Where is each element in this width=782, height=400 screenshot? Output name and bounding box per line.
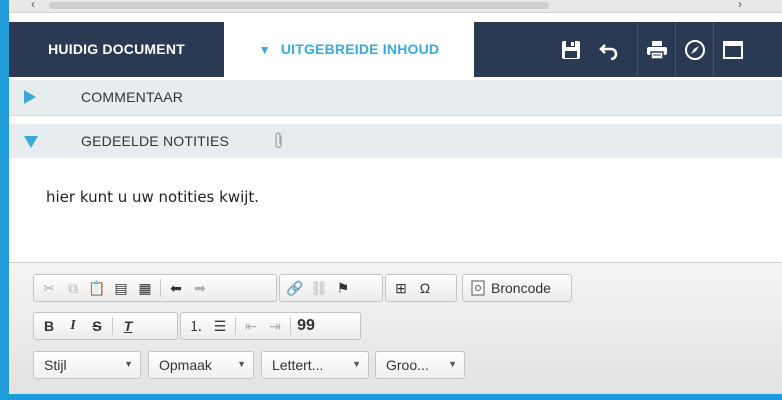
table-icon[interactable]: ⊞ — [390, 277, 412, 299]
window-button[interactable] — [713, 22, 752, 77]
style-select[interactable]: Stijl ▼ — [33, 351, 141, 379]
cut-icon[interactable]: ✂ — [38, 277, 60, 299]
caret-down-icon: ▼ — [352, 359, 361, 369]
separator — [160, 279, 161, 297]
save-button[interactable] — [552, 22, 590, 77]
separator — [235, 317, 236, 335]
undo-button[interactable] — [590, 22, 628, 77]
tab-bar: HUIDIG DOCUMENT ▼ UITGEBREIDE INHOUD — [9, 22, 782, 77]
paste-icon[interactable]: 📋 — [86, 277, 108, 299]
special-char-icon[interactable]: Ω — [414, 277, 436, 299]
tab-current-document[interactable]: HUIDIG DOCUMENT — [9, 22, 224, 77]
triangle-down-icon: ▼ — [258, 43, 271, 57]
bulleted-list-icon[interactable]: ☰ — [209, 315, 231, 337]
style-select-value: Stijl — [44, 357, 67, 373]
strikethrough-icon[interactable]: S — [86, 315, 108, 337]
anchor-flag-icon[interactable]: ⚑ — [332, 277, 354, 299]
editor-toolbar: ✂ ⧉ 📋 ▤ ▦ ⬅ ➡ 🔗 ⛓ ⚑ ⊞ Ω Broncode B I S T… — [9, 263, 782, 394]
link-icon[interactable]: 🔗 — [284, 277, 306, 299]
decrease-indent-icon[interactable]: ⇤ — [240, 315, 262, 337]
tab-extended-content[interactable]: ▼ UITGEBREIDE INHOUD — [224, 22, 474, 77]
save-icon — [562, 40, 580, 59]
font-select-value: Lettert... — [272, 357, 324, 373]
source-icon — [471, 280, 485, 296]
scrollbar-thumb[interactable] — [49, 2, 549, 9]
scroll-left-icon[interactable]: ‹ — [31, 0, 35, 11]
window-frame: ‹ › HUIDIG DOCUMENT ▼ UITGEBREIDE INHOUD — [0, 0, 782, 400]
font-select[interactable]: Lettert... ▼ — [261, 351, 369, 379]
tab-current-document-label: HUIDIG DOCUMENT — [48, 41, 185, 57]
clipboard-group: ✂ ⧉ 📋 ▤ ▦ ⬅ ➡ — [33, 274, 277, 302]
notes-text[interactable]: hier kunt u uw notities kwijt. — [46, 188, 259, 206]
print-icon — [647, 40, 667, 60]
copy-icon[interactable]: ⧉ — [62, 277, 84, 299]
compass-icon — [685, 39, 705, 60]
compass-button[interactable] — [675, 22, 714, 77]
separator — [290, 317, 291, 335]
size-select-value: Groo... — [386, 357, 429, 373]
horizontal-scrollbar[interactable]: ‹ › — [9, 0, 782, 13]
caret-down-icon: ▼ — [124, 359, 133, 369]
basic-styles-group: B I S T — [33, 312, 178, 340]
caret-down-icon: ▼ — [448, 359, 457, 369]
link-group: 🔗 ⛓ ⚑ — [279, 274, 383, 302]
caret-down-icon: ▼ — [237, 359, 246, 369]
blockquote-icon[interactable]: 99 — [295, 315, 317, 337]
redo-icon[interactable]: ➡ — [189, 277, 211, 299]
tab-extended-content-label: UITGEBREIDE INHOUD — [280, 41, 440, 57]
paste-text-icon[interactable]: ▤ — [110, 277, 132, 299]
increase-indent-icon[interactable]: ⇥ — [264, 315, 286, 337]
print-button[interactable] — [637, 22, 676, 77]
section-shared-notes-label: GEDEELDE NOTITIES — [81, 133, 230, 149]
size-select[interactable]: Groo... ▼ — [375, 351, 465, 379]
source-button[interactable]: Broncode — [462, 274, 572, 302]
bold-icon[interactable]: B — [38, 315, 60, 337]
triangle-down-icon — [24, 136, 38, 148]
scroll-right-icon[interactable]: › — [738, 0, 742, 11]
undo-icon[interactable]: ⬅ — [165, 277, 187, 299]
triangle-right-icon — [24, 90, 36, 104]
paragraph-group: ⒈ ☰ ⇤ ⇥ 99 — [180, 312, 361, 340]
window-icon — [723, 40, 743, 59]
section-comments-label: COMMENTAAR — [81, 89, 184, 105]
paperclip-icon — [275, 132, 282, 149]
numbered-list-icon[interactable]: ⒈ — [185, 315, 207, 337]
remove-format-icon[interactable]: T — [117, 315, 139, 337]
section-comments[interactable]: COMMENTAAR — [9, 80, 782, 116]
unlink-icon[interactable]: ⛓ — [308, 277, 330, 299]
undo-icon — [599, 43, 618, 60]
insert-group: ⊞ Ω — [385, 274, 457, 302]
italic-icon[interactable]: I — [62, 315, 84, 337]
format-select-value: Opmaak — [159, 357, 212, 373]
format-select[interactable]: Opmaak ▼ — [148, 351, 254, 379]
separator — [112, 317, 113, 335]
source-label: Broncode — [491, 280, 551, 296]
panel: ‹ › HUIDIG DOCUMENT ▼ UITGEBREIDE INHOUD — [9, 0, 782, 394]
notes-editor[interactable]: hier kunt u uw notities kwijt. — [9, 158, 782, 263]
section-shared-notes[interactable]: GEDEELDE NOTITIES — [9, 124, 782, 160]
paste-word-icon[interactable]: ▦ — [134, 277, 156, 299]
